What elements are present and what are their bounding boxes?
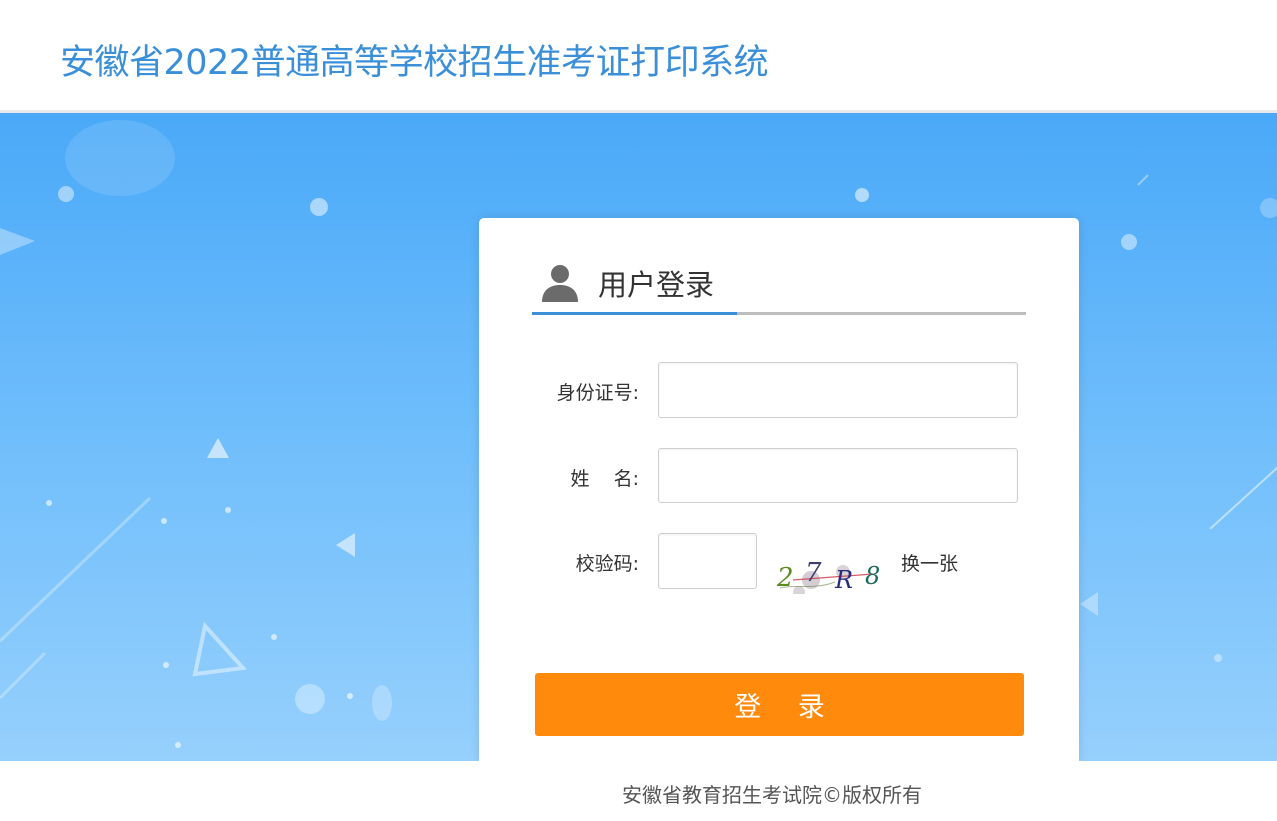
page-footer: 安徽省教育招生考试院©版权所有	[0, 761, 1277, 821]
login-button[interactable]: 登 录	[535, 673, 1024, 736]
captcha-input[interactable]	[658, 533, 757, 589]
captcha-char: 7	[805, 558, 822, 588]
title-underline-active	[532, 312, 737, 315]
login-card-header: 用户登录	[532, 258, 1026, 316]
id-number-input[interactable]	[658, 362, 1018, 418]
id-number-label: 身份证号:	[556, 382, 639, 404]
refresh-captcha-link[interactable]: 换一张	[901, 549, 958, 576]
captcha-image[interactable]: 2 7 R 8	[775, 554, 889, 594]
page-header: 安徽省2022普通高等学校招生准考证打印系统	[0, 0, 1277, 113]
login-title: 用户登录	[598, 268, 715, 302]
captcha-char: 8	[865, 562, 880, 590]
captcha-char: 2	[776, 563, 794, 593]
user-icon	[542, 265, 578, 302]
login-card: 用户登录 身份证号: 姓 名: 校验码: 2 7 R 8 换一张 登 录	[479, 218, 1079, 761]
copyright-text: 安徽省教育招生考试院©版权所有	[622, 783, 922, 807]
site-title: 安徽省2022普通高等学校招生准考证打印系统	[60, 43, 769, 83]
captcha-char: R	[834, 566, 853, 594]
name-input[interactable]	[658, 448, 1018, 503]
name-label: 姓 名:	[570, 468, 639, 490]
captcha-label: 校验码:	[575, 553, 639, 575]
